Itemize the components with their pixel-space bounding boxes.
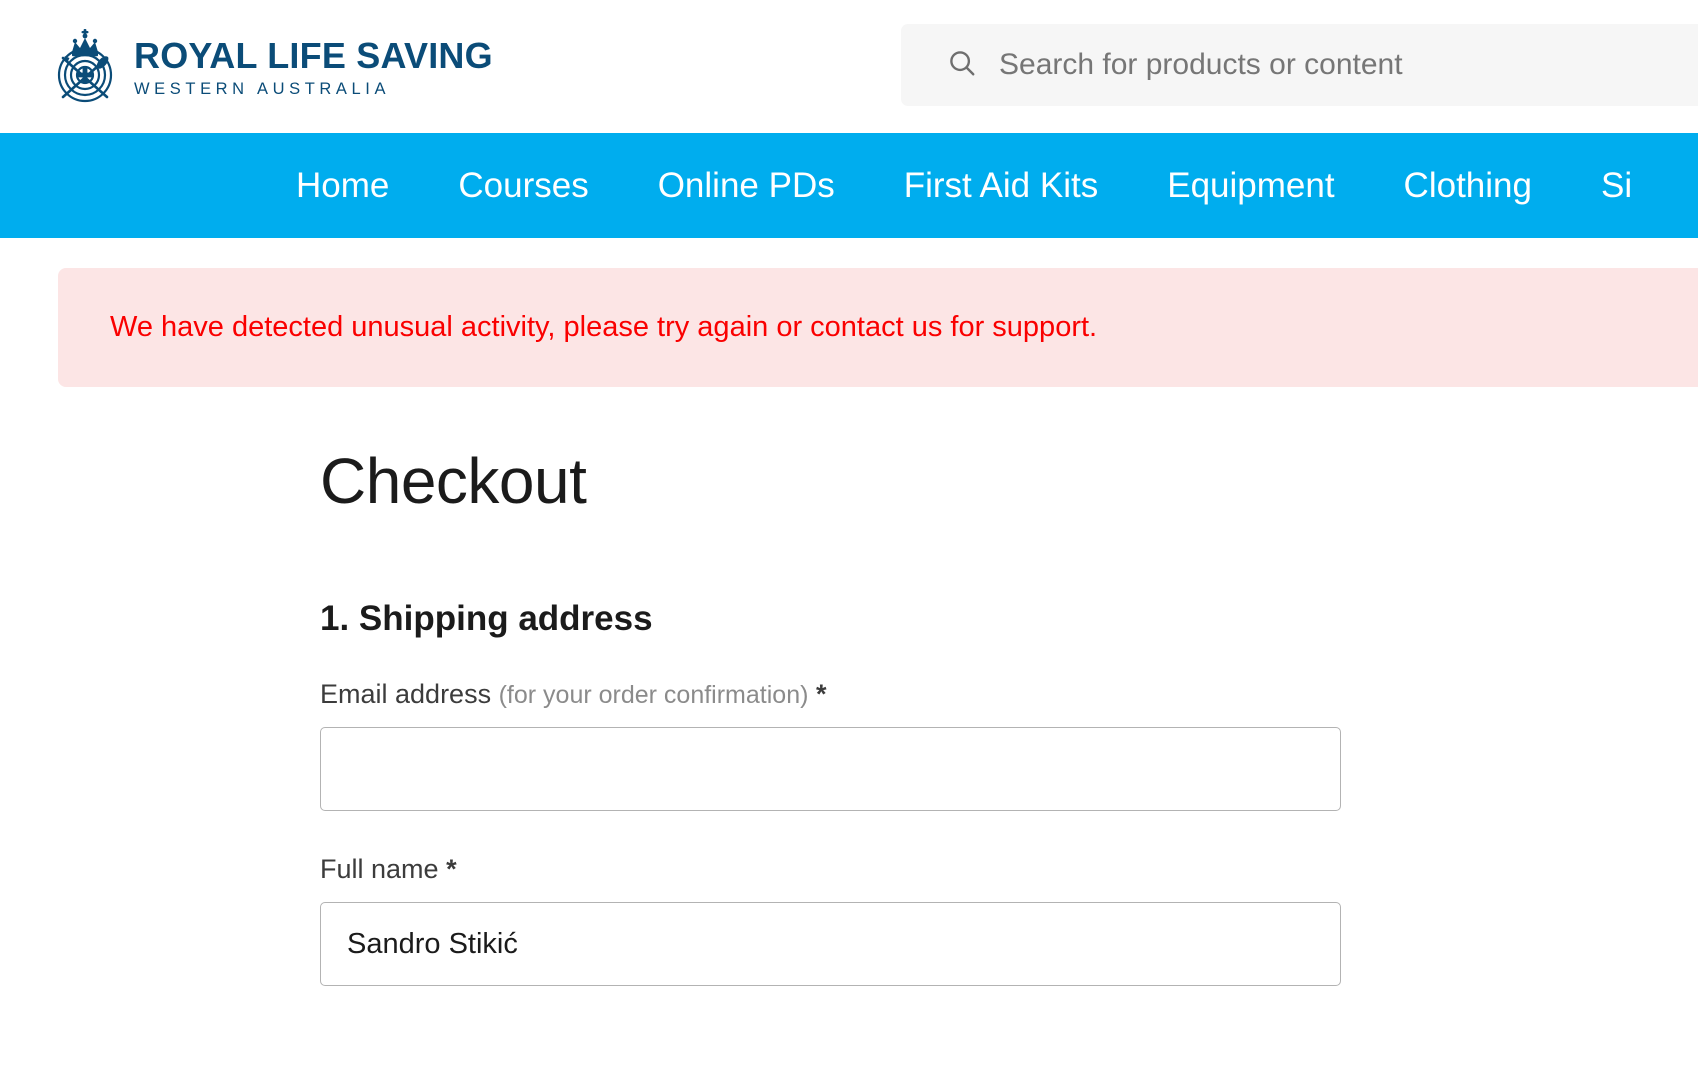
field-label-email-address: Email address (for your order confirmati…	[320, 681, 1698, 708]
page-title: Checkout	[320, 445, 587, 517]
field-required-marker: *	[815, 679, 827, 709]
nav-item-equipment[interactable]: Equipment	[1167, 168, 1334, 203]
royal-life-saving-crest-icon	[52, 25, 118, 109]
site-header: ROYAL LIFE SAVING WESTERN AUSTRALIA	[0, 0, 1698, 133]
full-name-input[interactable]	[320, 902, 1341, 986]
field-label-text: Full name	[320, 854, 439, 884]
brand-wordmark: ROYAL LIFE SAVING WESTERN AUSTRALIA	[134, 36, 493, 98]
nav-item-signs[interactable]: Si	[1601, 168, 1632, 203]
primary-navigation: Home Courses Online PDs First Aid Kits E…	[0, 133, 1698, 238]
nav-item-clothing[interactable]: Clothing	[1404, 168, 1532, 203]
email-address-input[interactable]	[320, 727, 1341, 811]
field-full-name: Full name *	[320, 856, 1698, 986]
field-email-address: Email address (for your order confirmati…	[320, 681, 1698, 811]
field-label-text: Email address	[320, 679, 492, 709]
error-alert: We have detected unusual activity, pleas…	[58, 268, 1698, 387]
search-bar[interactable]	[901, 24, 1698, 106]
search-icon	[947, 48, 999, 83]
brand-name-secondary: WESTERN AUSTRALIA	[134, 79, 391, 98]
nav-item-online-pds[interactable]: Online PDs	[658, 168, 835, 203]
nav-item-courses[interactable]: Courses	[458, 168, 588, 203]
search-input[interactable]	[999, 48, 1698, 82]
section-title-shipping-address: 1. Shipping address	[320, 599, 653, 638]
checkout-main: Checkout 1. Shipping address Email addre…	[0, 387, 1698, 986]
field-label-hint: (for your order confirmation)	[498, 681, 809, 709]
nav-item-first-aid-kits[interactable]: First Aid Kits	[904, 168, 1098, 203]
brand-logo-link[interactable]: ROYAL LIFE SAVING WESTERN AUSTRALIA	[52, 25, 493, 109]
field-required-marker: *	[446, 854, 457, 884]
error-alert-message: We have detected unusual activity, pleas…	[110, 311, 1098, 343]
brand-name-primary: ROYAL LIFE SAVING	[134, 34, 493, 76]
alert-region: We have detected unusual activity, pleas…	[0, 238, 1698, 387]
field-label-full-name: Full name *	[320, 856, 1698, 883]
nav-item-home[interactable]: Home	[296, 168, 389, 203]
